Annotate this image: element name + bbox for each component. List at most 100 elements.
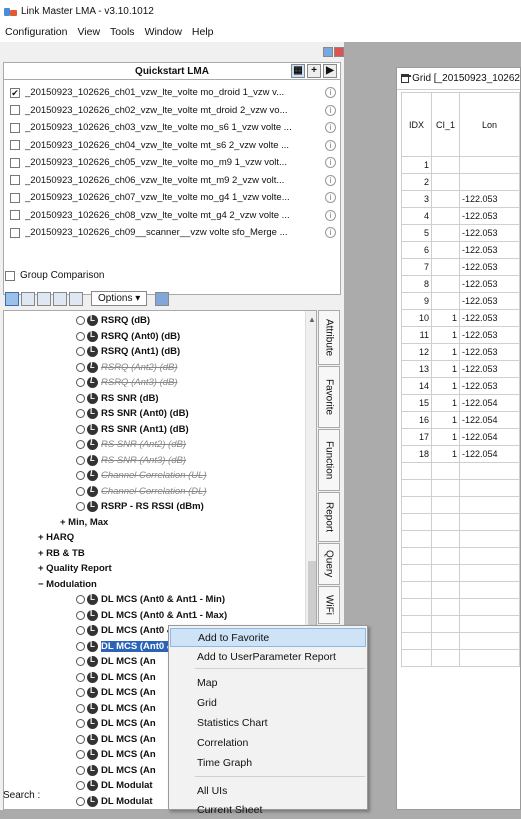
quickstart-item-checkbox[interactable]: ✔ — [10, 87, 20, 98]
tree-item[interactable]: + HARQ — [38, 530, 74, 545]
column-header-lon[interactable]: Lon — [459, 92, 520, 157]
table-row[interactable]: 2 — [401, 173, 520, 191]
tree-item[interactable]: Channel Correlation (UL) — [76, 468, 207, 483]
side-tab[interactable]: Query — [318, 543, 340, 585]
context-menu-item[interactable]: Correlation — [170, 733, 366, 752]
tree-item[interactable]: DL MCS (An — [76, 670, 156, 685]
scroll-thumb[interactable] — [308, 561, 316, 631]
info-icon[interactable]: i — [325, 104, 336, 116]
quickstart-item-checkbox[interactable] — [10, 192, 20, 203]
quickstart-item[interactable]: _20150923_102626_ch09__scanner__vzw volt… — [4, 224, 340, 242]
table-row[interactable]: 8 -122.053 — [401, 275, 520, 293]
quickstart-item-checkbox[interactable] — [10, 227, 20, 238]
table-row[interactable]: 1 — [401, 156, 520, 174]
quickstart-tool-icon[interactable]: ▦ — [291, 64, 305, 78]
info-icon[interactable]: i — [325, 87, 336, 99]
info-icon[interactable]: i — [325, 122, 336, 134]
tree-item[interactable]: DL MCS (Ant0 & Ant1 - Max) — [76, 608, 227, 623]
tree-item[interactable]: + Quality Report — [38, 561, 112, 576]
menu-tools[interactable]: Tools — [105, 26, 140, 38]
tree-item[interactable]: DL MCS (An — [76, 685, 156, 700]
tree-item[interactable]: RSRQ (Ant1) (dB) — [76, 344, 180, 359]
grid-view-icon[interactable] — [5, 291, 19, 306]
group-comparison[interactable]: Group Comparison — [5, 270, 104, 281]
quickstart-item-checkbox[interactable] — [10, 140, 20, 151]
group-comparison-checkbox[interactable] — [5, 270, 15, 281]
tree-item[interactable]: DL Modulat — [76, 778, 153, 793]
chart-view-icon[interactable] — [53, 291, 67, 306]
side-tab[interactable]: WiFi — [318, 586, 340, 624]
context-menu-item[interactable]: Grid — [170, 693, 366, 712]
pin-icon[interactable] — [323, 47, 333, 57]
column-header-ci1[interactable]: CI_1 — [431, 92, 460, 157]
export-icon[interactable] — [69, 291, 83, 306]
quickstart-item[interactable]: _20150923_102626_ch06_vzw_lte_volte mt_m… — [4, 172, 340, 190]
quickstart-item[interactable]: _20150923_102626_ch08_vzw_lte_volte mt_g… — [4, 207, 340, 225]
menu-help[interactable]: Help — [187, 26, 219, 38]
table-row[interactable]: 12 1 -122.053 — [401, 343, 520, 361]
grid-title-bar[interactable]: Grid [_20150923_10262 — [397, 68, 520, 90]
tree-item[interactable]: + Min, Max — [60, 515, 108, 530]
quickstart-item-checkbox[interactable] — [10, 157, 20, 168]
tree-item[interactable]: RSRQ (Ant2) (dB) — [76, 360, 178, 375]
side-tab[interactable]: Function — [318, 429, 340, 491]
context-menu-item[interactable]: Time Graph — [170, 753, 366, 772]
quickstart-item[interactable]: ✔ _20150923_102626_ch01_vzw_lte_volte mo_… — [4, 84, 340, 102]
tree-item[interactable]: RS SNR (Ant2) (dB) — [76, 437, 186, 452]
table-row[interactable]: 9 -122.053 — [401, 292, 520, 310]
tree-item[interactable]: RS SNR (dB) — [76, 391, 159, 406]
table-row[interactable]: 14 1 -122.053 — [401, 377, 520, 395]
tree-item[interactable]: RSRQ (dB) — [76, 313, 150, 328]
table-row[interactable]: 13 1 -122.053 — [401, 360, 520, 378]
side-tab[interactable]: Attribute — [318, 310, 340, 365]
tree-item[interactable]: RSRQ (Ant3) (dB) — [76, 375, 178, 390]
tree-item[interactable]: DL MCS (An — [76, 747, 156, 762]
info-icon[interactable]: i — [325, 174, 336, 186]
add-icon[interactable]: + — [307, 64, 321, 78]
close-panel-icon[interactable] — [334, 47, 344, 57]
table-view-icon[interactable] — [21, 291, 35, 306]
tree-item[interactable]: DL MCS (An — [76, 732, 156, 747]
context-menu-item[interactable]: Statistics Chart — [170, 713, 366, 732]
menu-window[interactable]: Window — [140, 26, 187, 38]
quickstart-item[interactable]: _20150923_102626_ch07_vzw_lte_volte mo_g… — [4, 189, 340, 207]
info-icon[interactable]: i — [325, 192, 336, 204]
quickstart-item-checkbox[interactable] — [10, 210, 20, 221]
table-row[interactable]: 4 -122.053 — [401, 207, 520, 225]
context-menu-item[interactable]: Add to UserParameter Report — [170, 647, 366, 666]
quickstart-item[interactable]: _20150923_102626_ch05_vzw_lte_volte mo_m… — [4, 154, 340, 172]
menu-configuration[interactable]: Configuration — [0, 26, 72, 38]
map-view-icon[interactable] — [37, 291, 51, 306]
menu-view[interactable]: View — [72, 26, 105, 38]
tree-item[interactable]: DL MCS (An — [76, 654, 156, 669]
column-header-idx[interactable]: IDX — [401, 92, 432, 157]
context-menu-item[interactable]: Map — [170, 673, 366, 692]
tree-item[interactable]: RS SNR (Ant3) (dB) — [76, 453, 186, 468]
info-icon[interactable]: i — [325, 139, 336, 151]
table-row[interactable]: 18 1 -122.054 — [401, 445, 520, 463]
tree-item[interactable]: Channel Correlation (DL) — [76, 484, 207, 499]
play-icon[interactable]: ▶ — [323, 64, 337, 78]
tree-item[interactable]: DL MCS (An — [76, 716, 156, 731]
quickstart-item-checkbox[interactable] — [10, 175, 20, 186]
side-tab[interactable]: Report — [318, 492, 340, 542]
tree-item[interactable]: DL MCS (Ant0 & Ant1 - Min) — [76, 592, 225, 607]
info-icon[interactable]: i — [325, 209, 336, 221]
tree-item[interactable]: DL Modulat — [76, 794, 153, 809]
table-row[interactable]: 5 -122.053 — [401, 224, 520, 242]
info-icon[interactable]: i — [325, 227, 336, 239]
quickstart-item-checkbox[interactable] — [10, 105, 20, 116]
table-row[interactable]: 7 -122.053 — [401, 258, 520, 276]
table-row[interactable]: 15 1 -122.054 — [401, 394, 520, 412]
quickstart-item[interactable]: _20150923_102626_ch04_vzw_lte_volte mt_s… — [4, 137, 340, 155]
table-row[interactable]: 17 1 -122.054 — [401, 428, 520, 446]
grid-window[interactable]: Grid [_20150923_10262 IDX CI_1 Lon 1 2 3 -1… — [396, 67, 521, 810]
tree-item[interactable]: RS SNR (Ant0) (dB) — [76, 406, 189, 421]
options-button[interactable]: Options ▾ — [91, 291, 148, 306]
tree-item[interactable]: RSRP - RS RSSI (dBm) — [76, 499, 204, 514]
info-icon[interactable]: i — [325, 157, 336, 169]
table-row[interactable]: 16 1 -122.054 — [401, 411, 520, 429]
context-menu-item[interactable]: All UIs — [170, 781, 366, 800]
tree-item[interactable]: RSRQ (Ant0) (dB) — [76, 329, 180, 344]
quickstart-item[interactable]: _20150923_102626_ch02_vzw_lte_volte mt_d… — [4, 102, 340, 120]
